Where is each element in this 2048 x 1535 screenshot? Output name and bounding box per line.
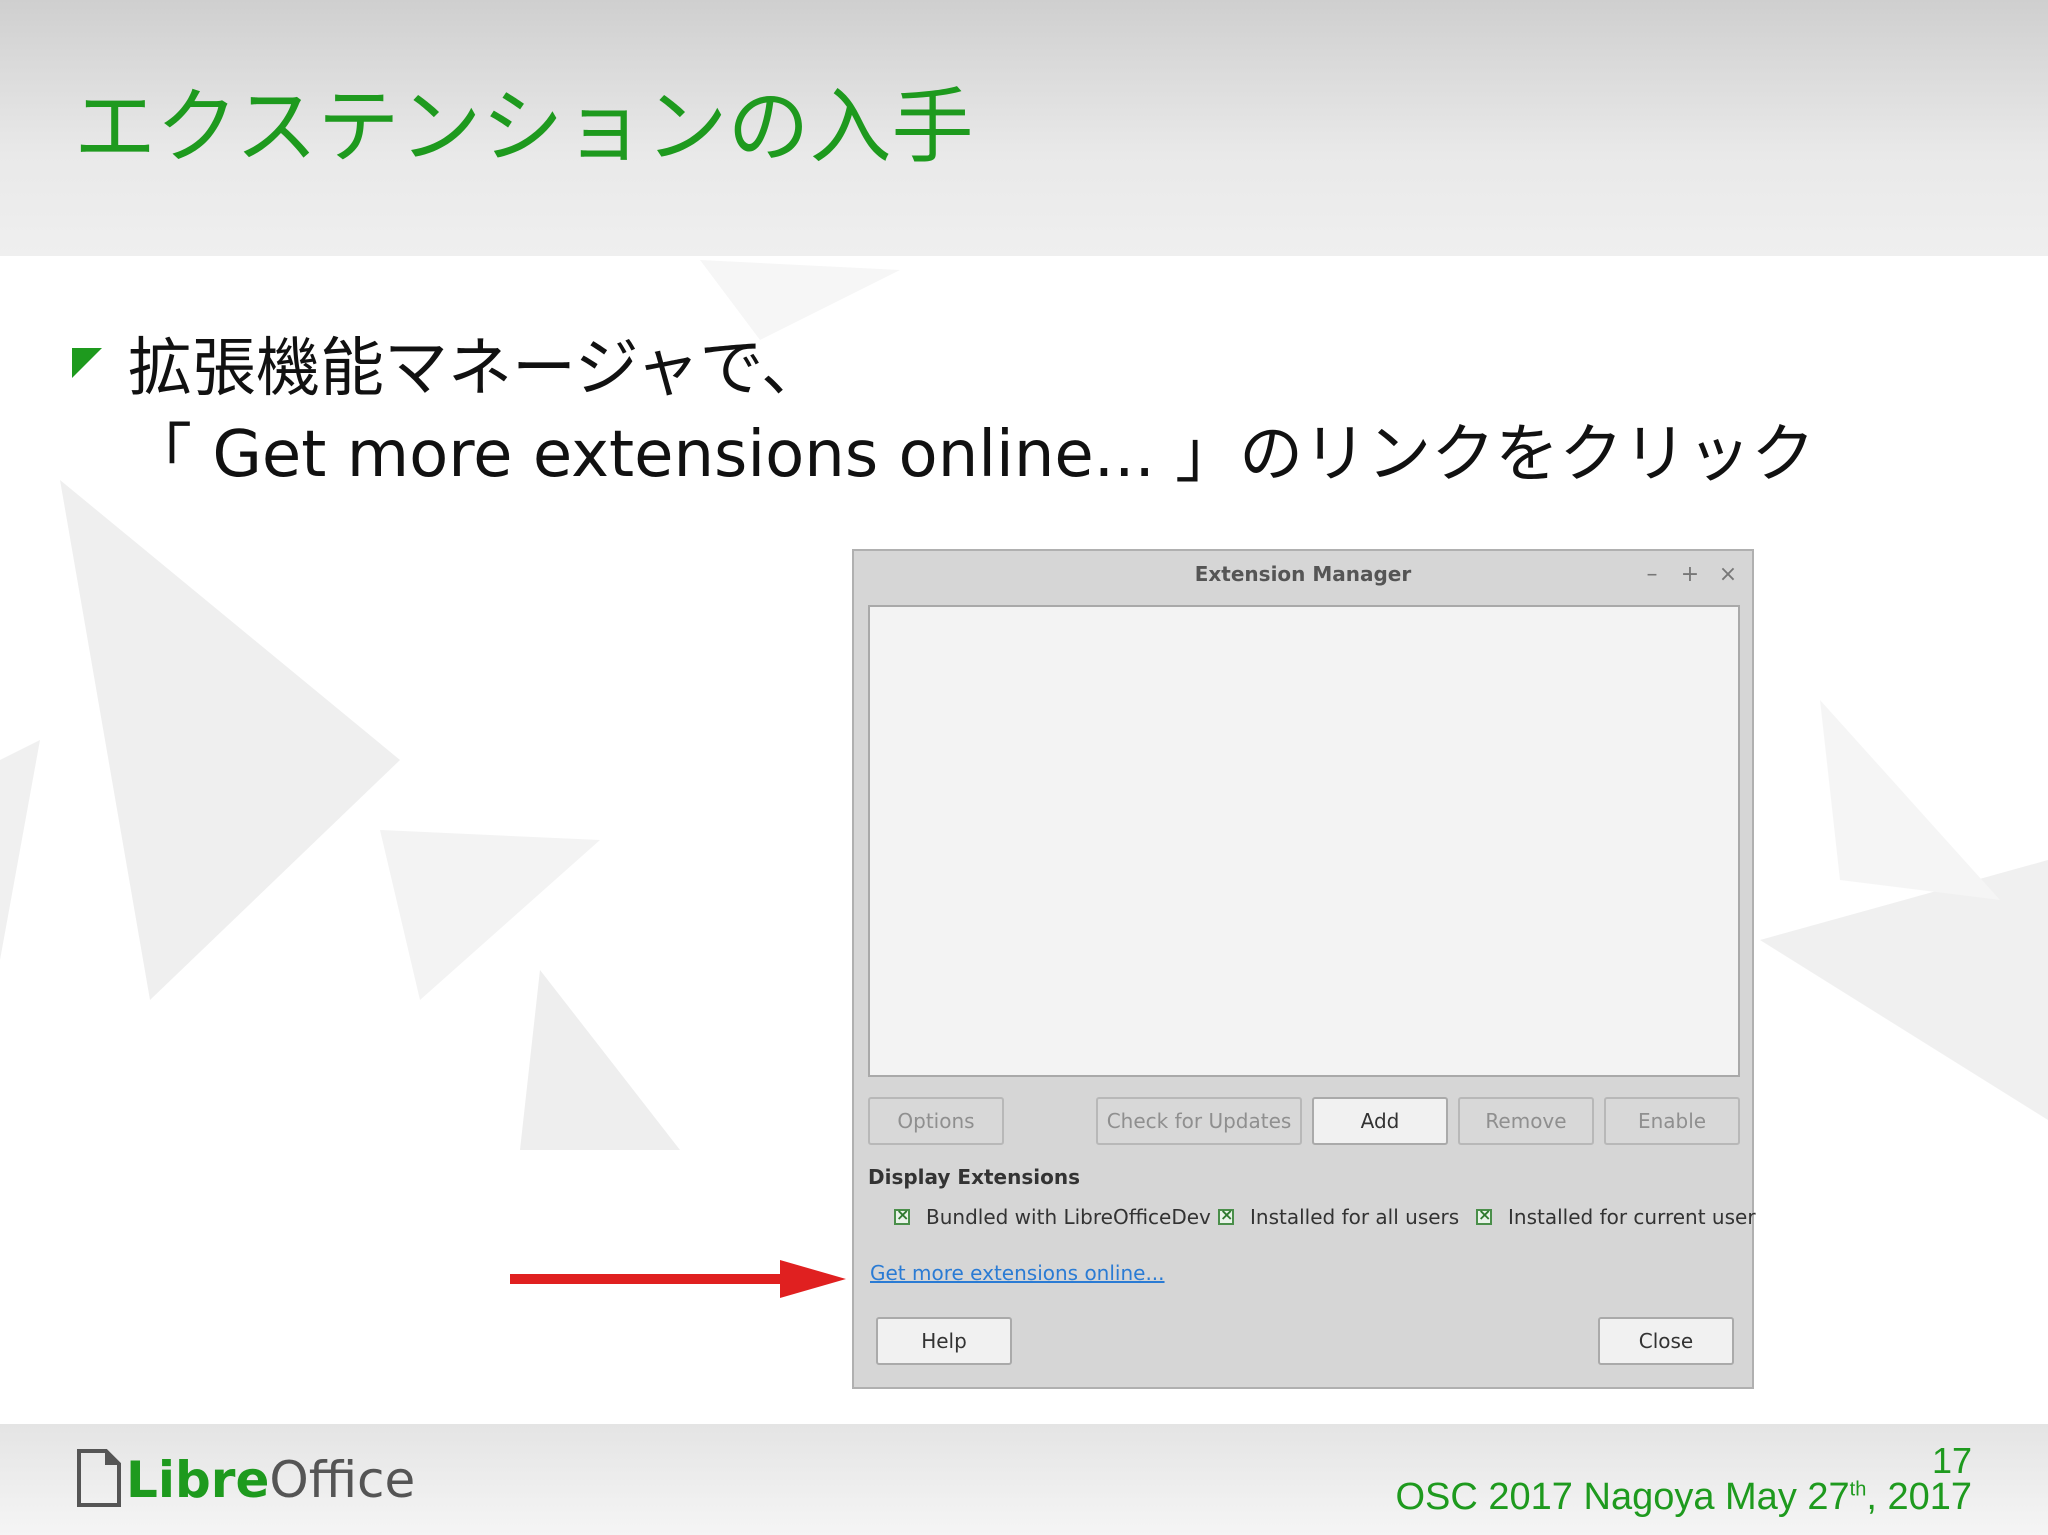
- close-button[interactable]: Close: [1598, 1317, 1734, 1365]
- remove-button[interactable]: Remove: [1458, 1097, 1594, 1145]
- checkbox-checked-icon[interactable]: [894, 1205, 910, 1225]
- close-icon[interactable]: ×: [1718, 562, 1738, 587]
- checkbox-current-user-label: Installed for current user: [1508, 1205, 1756, 1229]
- checkbox-checked-icon[interactable]: [1218, 1205, 1234, 1225]
- slide-title: エクステンションの入手: [74, 80, 974, 175]
- logo-libre-text: Libre: [126, 1451, 270, 1509]
- bullet-line-2: 「 Get more extensions online... 」のリンクをクリ…: [128, 418, 1816, 492]
- dialog-title: Extension Manager: [1194, 562, 1412, 586]
- libreoffice-document-icon: [77, 1449, 121, 1507]
- footer-event-suffix: , 2017: [1866, 1476, 1972, 1518]
- footer-event-prefix: OSC 2017 Nagoya May 27: [1395, 1476, 1850, 1518]
- help-button[interactable]: Help: [876, 1317, 1012, 1365]
- window-controls: – + ×: [1642, 551, 1738, 597]
- display-extensions-label: Display Extensions: [868, 1165, 1080, 1189]
- checkbox-bundled-label: Bundled with LibreOfficeDev: [926, 1205, 1211, 1229]
- red-arrow-icon: [510, 1260, 846, 1298]
- checkbox-all-users[interactable]: Installed for all users: [1218, 1205, 1459, 1229]
- add-button[interactable]: Add: [1312, 1097, 1448, 1145]
- bullet-marker: [72, 348, 102, 378]
- enable-button[interactable]: Enable: [1604, 1097, 1740, 1145]
- footer-event-date: OSC 2017 Nagoya May 27th, 2017: [1396, 1476, 1973, 1519]
- checkbox-checked-icon[interactable]: [1476, 1205, 1492, 1225]
- maximize-icon[interactable]: +: [1680, 562, 1700, 587]
- logo-office-text: Office: [269, 1451, 416, 1509]
- bullet-line-1: 拡張機能マネージャで、: [128, 332, 825, 406]
- minimize-icon[interactable]: –: [1642, 562, 1662, 587]
- checkbox-current-user[interactable]: Installed for current user: [1476, 1205, 1756, 1229]
- checkbox-all-users-label: Installed for all users: [1250, 1205, 1460, 1229]
- extension-manager-dialog: Extension Manager – + × Options Check fo…: [852, 549, 1756, 1389]
- checkbox-bundled[interactable]: Bundled with LibreOfficeDev: [894, 1205, 1211, 1229]
- footer-event-sup: th: [1849, 1478, 1867, 1501]
- bullet-text: 拡張機能マネージャで、 「 Get more extensions online…: [128, 326, 1815, 498]
- check-for-updates-button[interactable]: Check for Updates: [1096, 1097, 1302, 1145]
- extension-list[interactable]: [868, 605, 1740, 1077]
- options-button[interactable]: Options: [868, 1097, 1004, 1145]
- libreoffice-logo: LibreOffice: [76, 1448, 415, 1508]
- get-more-extensions-link[interactable]: Get more extensions online...: [870, 1261, 1165, 1285]
